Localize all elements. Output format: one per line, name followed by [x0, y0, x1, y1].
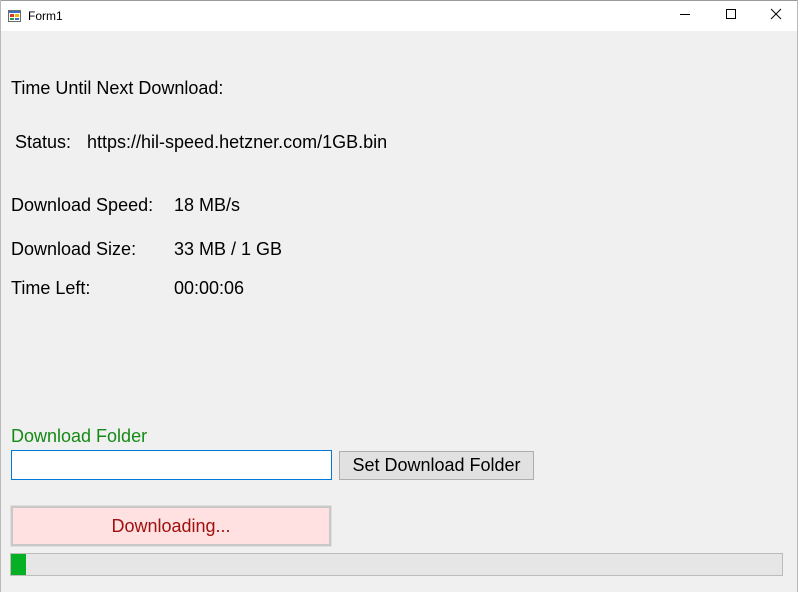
window-title: Form1	[28, 9, 63, 23]
client-area: Time Until Next Download: Status: https:…	[1, 31, 797, 592]
download-progress-bar	[10, 553, 783, 576]
set-download-folder-button[interactable]: Set Download Folder	[339, 451, 534, 480]
title-bar: Form1	[1, 0, 797, 31]
download-folder-input[interactable]	[11, 450, 332, 480]
app-window: Form1 Time Until Next Download: Status: …	[0, 0, 798, 592]
next-download-label: Time Until Next Download:	[11, 78, 224, 98]
download-speed-value: 18 MB/s	[174, 195, 241, 215]
downloading-button[interactable]: Downloading...	[10, 505, 332, 547]
minimize-icon	[679, 7, 691, 25]
status-label: Status:	[15, 132, 72, 152]
download-folder-label: Download Folder	[11, 426, 148, 446]
app-icon	[8, 9, 21, 22]
close-button[interactable]	[753, 1, 799, 31]
minimize-button[interactable]	[662, 1, 708, 31]
time-left-value: 00:00:06	[174, 278, 245, 298]
maximize-icon	[725, 7, 737, 25]
time-left-label: Time Left:	[11, 278, 91, 298]
download-speed-label: Download Speed:	[11, 195, 154, 215]
status-value: https://hil-speed.hetzner.com/1GB.bin	[87, 132, 388, 152]
download-size-label: Download Size:	[11, 239, 137, 259]
close-icon	[770, 7, 782, 25]
progress-fill	[11, 554, 27, 575]
download-size-value: 33 MB / 1 GB	[174, 239, 283, 259]
maximize-button[interactable]	[708, 1, 754, 31]
